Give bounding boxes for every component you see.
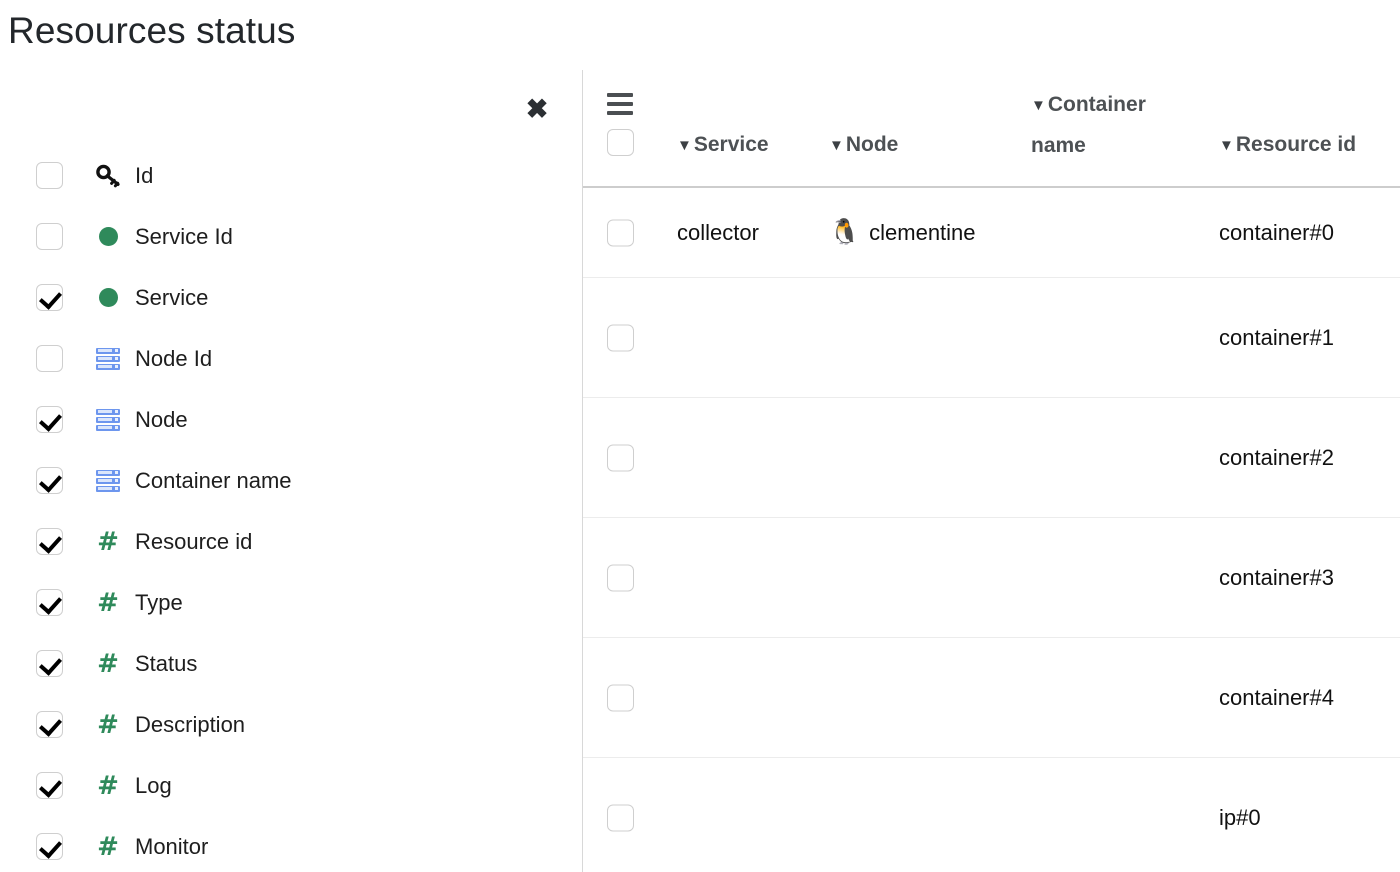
column-field-row[interactable]: Service [0,267,583,328]
circle-icon [93,224,123,250]
cell-rid: container#0 [1219,220,1334,246]
column-field-row[interactable]: # Type [0,572,583,633]
column-field-list: Id Service Id Service Node Id Node Container … [0,145,583,872]
column-chooser-panel: ✖ Id Service Id Service Node Id Node Containe… [0,70,583,872]
grid-header-cells: ▼Service ▼Node ▼Container name ▼Resource id [583,70,1400,186]
column-field-row[interactable]: # Status [0,633,583,694]
cell-text: container#2 [1219,444,1334,470]
column-field-label: Resource id [135,528,253,554]
resources-status-page: Resources status ✖ Id Service Id Service No… [0,0,1400,872]
row-select-checkbox[interactable] [607,684,634,711]
linux-penguin-icon: 🐧 [829,218,861,246]
hash-icon: # [97,770,119,801]
column-field-label: Log [135,772,172,798]
content-panes: ✖ Id Service Id Service Node Id Node Containe… [0,70,1400,872]
table-row[interactable]: ip#0 [583,758,1400,872]
column-field-label: Container name [135,467,292,493]
cell-text: ip#0 [1219,804,1261,830]
cell-service: collector [677,220,759,246]
hash-icon: # [97,709,119,740]
grid-header-label: Container name [1031,93,1146,157]
row-select-checkbox[interactable] [607,444,634,471]
table-row[interactable]: container#4 [583,638,1400,758]
row-select-checkbox[interactable] [607,219,634,246]
column-field-label: Monitor [135,833,209,859]
sort-caret-icon[interactable]: ▼ [1031,97,1046,114]
column-field-checkbox[interactable] [36,589,63,616]
server-icon [93,468,123,494]
row-select-checkbox[interactable] [607,564,634,591]
page-title: Resources status [8,10,296,51]
table-row[interactable]: container#1 [583,278,1400,398]
cell-rid: container#2 [1219,445,1334,471]
server-icon [93,407,123,433]
column-field-checkbox[interactable] [36,406,63,433]
key-icon [93,163,123,189]
column-field-checkbox[interactable] [36,223,63,250]
cell-node: 🐧 clementine [829,220,976,246]
column-field-label: Service Id [135,223,233,249]
hash-icon: # [97,831,119,862]
grid-header-label: Service [693,133,769,156]
column-field-checkbox[interactable] [36,711,63,738]
grid-header-rid[interactable]: ▼Resource id [1219,125,1389,166]
column-field-label: Node [135,406,188,432]
sort-caret-icon[interactable]: ▼ [1219,137,1234,154]
cell-rid: container#3 [1219,565,1334,591]
column-field-label: Description [135,711,246,737]
table-row[interactable]: container#2 [583,398,1400,518]
column-field-row[interactable]: Id [0,145,583,206]
column-field-row[interactable]: # Log [0,755,583,816]
column-field-label: Id [135,162,154,188]
cell-text: container#3 [1219,564,1334,590]
row-select-checkbox[interactable] [607,804,634,831]
grid-header-node[interactable]: ▼Node [829,125,979,166]
cell-text: container#4 [1219,684,1334,710]
hash-icon: # [97,648,119,679]
column-field-label: Type [135,589,183,615]
sort-caret-icon[interactable]: ▼ [677,137,692,154]
column-field-label: Status [135,650,198,676]
column-field-checkbox[interactable] [36,162,63,189]
column-field-row[interactable]: Node [0,389,583,450]
cell-text: container#1 [1219,324,1334,350]
column-field-checkbox[interactable] [36,345,63,372]
table-row[interactable]: collector 🐧 clementine container#0 [583,188,1400,278]
grid-header-cname[interactable]: ▼Container name [1031,85,1196,166]
column-field-label: Node Id [135,345,213,371]
column-field-row[interactable]: # Monitor [0,816,583,872]
cell-rid: container#4 [1219,685,1334,711]
row-select-checkbox[interactable] [607,324,634,351]
column-field-row[interactable]: # Description [0,694,583,755]
cell-text: container#0 [1219,219,1334,245]
cell-rid: ip#0 [1219,805,1261,831]
server-icon [93,346,123,372]
column-field-row[interactable]: Node Id [0,328,583,389]
column-field-checkbox[interactable] [36,833,63,860]
table-row[interactable]: container#3 [583,518,1400,638]
grid-body: collector 🐧 clementine container#0 container… [583,188,1400,872]
column-field-checkbox[interactable] [36,467,63,494]
hash-icon: # [97,587,119,618]
column-field-checkbox[interactable] [36,284,63,311]
cell-text: clementine [869,219,976,245]
column-field-label: Service [135,284,209,310]
close-icon[interactable]: ✖ [523,95,551,123]
sort-caret-icon[interactable]: ▼ [829,137,844,154]
grid-header-service[interactable]: ▼Service [677,125,817,166]
cell-rid: container#1 [1219,325,1334,351]
data-grid-panel: ▼Service ▼Node ▼Container name ▼Resource id… [583,70,1400,872]
column-field-row[interactable]: Service Id [0,206,583,267]
column-field-checkbox[interactable] [36,650,63,677]
column-field-checkbox[interactable] [36,772,63,799]
circle-icon [93,285,123,311]
grid-header: ▼Service ▼Node ▼Container name ▼Resource id [583,70,1400,188]
hash-icon: # [97,526,119,557]
column-field-row[interactable]: # Resource id [0,511,583,572]
column-field-row[interactable]: Container name [0,450,583,511]
column-field-checkbox[interactable] [36,528,63,555]
grid-header-label: Resource id [1235,133,1357,156]
cell-text: collector [677,219,759,245]
grid-header-label: Node [845,133,899,156]
